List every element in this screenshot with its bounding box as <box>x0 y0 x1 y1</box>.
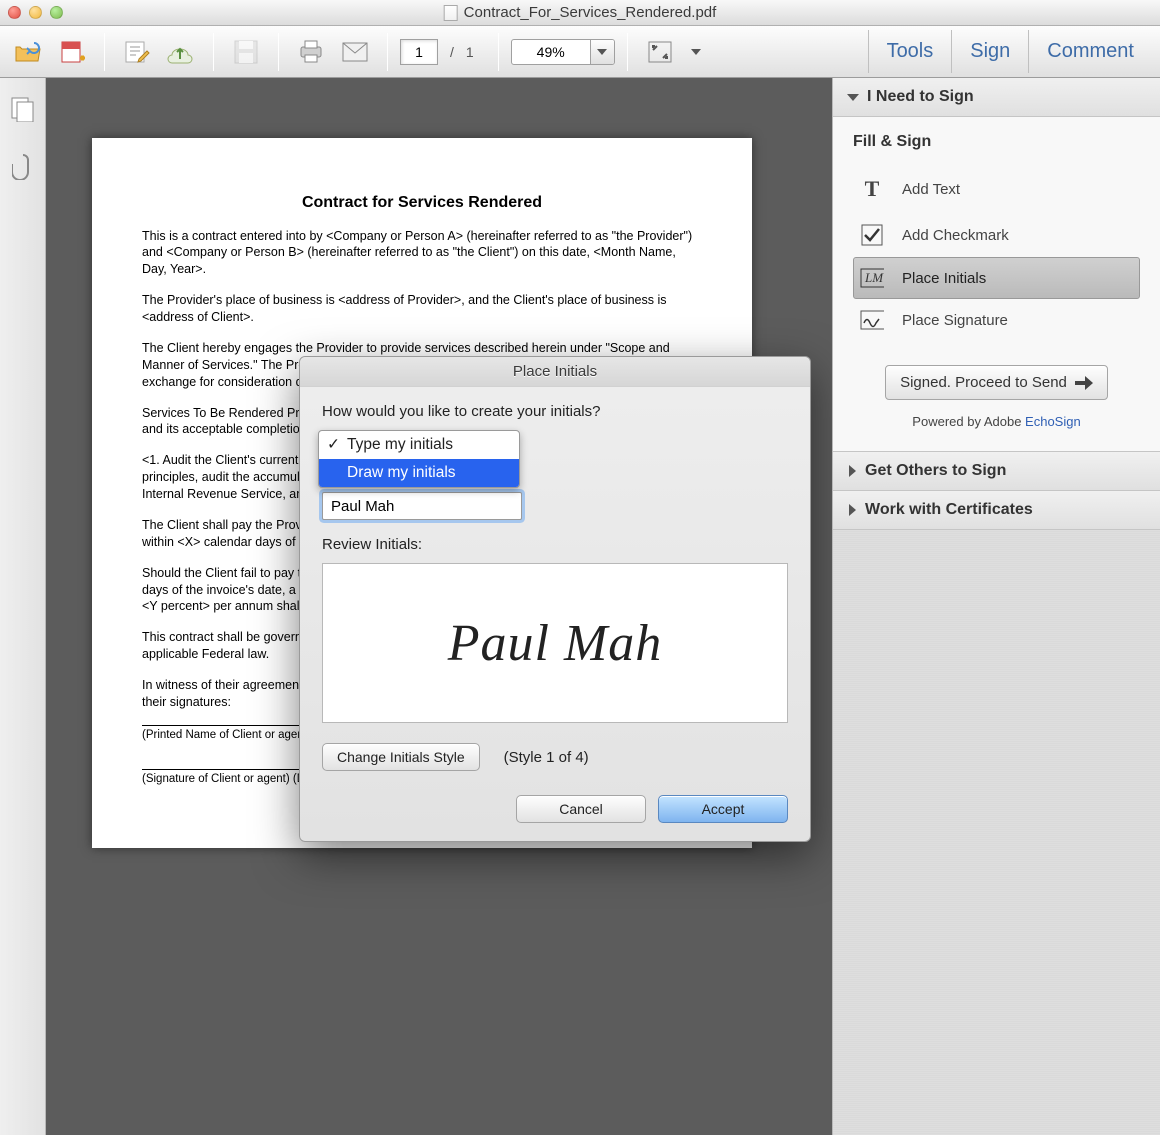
tool-label: Add Text <box>902 181 960 198</box>
tab-sign[interactable]: Sign <box>951 30 1028 73</box>
accordion-i-need-to-sign[interactable]: I Need to Sign <box>833 78 1160 117</box>
tool-label: Add Checkmark <box>902 227 1009 244</box>
document-viewport[interactable]: Contract for Services Rendered This is a… <box>46 78 832 1135</box>
window-controls <box>8 6 63 19</box>
svg-text:LM: LM <box>864 270 884 285</box>
panel-filler <box>833 530 1160 1135</box>
fill-sign-section: Fill & Sign T Add Text Add Checkmark LM … <box>833 117 1160 452</box>
email-button[interactable] <box>335 34 375 70</box>
dialog-title: Place Initials <box>300 357 810 387</box>
initials-name-input[interactable] <box>322 492 522 520</box>
place-signature-tool[interactable]: Place Signature <box>853 299 1140 341</box>
document-heading: Contract for Services Rendered <box>142 192 702 214</box>
add-checkmark-tool[interactable]: Add Checkmark <box>853 213 1140 257</box>
add-text-tool[interactable]: T Add Text <box>853 165 1140 213</box>
initials-method-dropdown[interactable]: Type my initials Draw my initials <box>318 430 520 488</box>
attachments-icon[interactable] <box>12 152 34 180</box>
window-title-text: Contract_For_Services_Rendered.pdf <box>464 4 717 21</box>
fill-sign-title: Fill & Sign <box>853 133 1140 151</box>
dialog-prompt: How would you like to create your initia… <box>322 403 788 420</box>
accordion-work-with-certificates[interactable]: Work with Certificates <box>833 491 1160 530</box>
print-button[interactable] <box>291 34 331 70</box>
echosign-link[interactable]: EchoSign <box>1025 414 1081 429</box>
text-icon: T <box>860 176 884 202</box>
doc-paragraph: The Provider's place of business is <add… <box>142 292 702 326</box>
edit-button[interactable] <box>117 34 157 70</box>
signature-icon <box>860 310 884 330</box>
accordion-get-others-to-sign[interactable]: Get Others to Sign <box>833 452 1160 491</box>
accordion-label: Get Others to Sign <box>865 462 1006 480</box>
initials-icon: LM <box>860 268 884 288</box>
open-button[interactable] <box>8 34 48 70</box>
review-initials-label: Review Initials: <box>322 536 788 553</box>
accordion-label: Work with Certificates <box>865 501 1033 519</box>
change-initials-style-button[interactable]: Change Initials Style <box>322 743 480 771</box>
pdf-file-icon <box>444 5 458 21</box>
arrow-right-icon <box>1075 376 1093 390</box>
fullscreen-button[interactable] <box>640 34 680 70</box>
navigation-rail <box>0 78 46 1135</box>
powered-by-label: Powered by Adobe EchoSign <box>853 414 1140 429</box>
page-total: 1 <box>466 44 474 60</box>
proceed-to-send-button[interactable]: Signed. Proceed to Send <box>885 365 1108 400</box>
accordion-label: I Need to Sign <box>867 88 974 106</box>
tool-label: Place Signature <box>902 312 1008 329</box>
close-window-button[interactable] <box>8 6 21 19</box>
accept-button[interactable]: Accept <box>658 795 788 823</box>
save-button[interactable] <box>226 34 266 70</box>
view-dropdown-button[interactable] <box>684 34 708 70</box>
dropdown-option-draw[interactable]: Draw my initials <box>319 459 519 487</box>
tab-comment[interactable]: Comment <box>1028 30 1152 73</box>
place-initials-dialog: Place Initials How would you like to cre… <box>299 356 811 842</box>
zoom-input[interactable] <box>512 43 590 61</box>
style-counter: (Style 1 of 4) <box>504 749 589 766</box>
place-initials-tool[interactable]: LM Place Initials <box>853 257 1140 299</box>
send-button-label: Signed. Proceed to Send <box>900 374 1067 391</box>
page-number-input[interactable] <box>400 39 438 65</box>
initials-preview-text: Paul Mah <box>448 614 663 673</box>
cancel-button[interactable]: Cancel <box>516 795 646 823</box>
minimize-window-button[interactable] <box>29 6 42 19</box>
dropdown-option-type[interactable]: Type my initials <box>319 431 519 459</box>
checkmark-icon <box>860 224 884 246</box>
create-pdf-button[interactable] <box>52 34 92 70</box>
maximize-window-button[interactable] <box>50 6 63 19</box>
upload-button[interactable] <box>161 34 201 70</box>
zoom-dropdown-button[interactable] <box>590 40 614 64</box>
tool-label: Place Initials <box>902 270 986 287</box>
main-toolbar: / 1 Tools Sign Comment <box>0 26 1160 78</box>
thumbnails-icon[interactable] <box>10 96 36 122</box>
initials-preview: Paul Mah <box>322 563 788 723</box>
zoom-control <box>511 39 615 65</box>
page-separator: / <box>450 44 454 60</box>
tab-tools[interactable]: Tools <box>868 30 952 73</box>
window-title: Contract_For_Services_Rendered.pdf <box>444 4 717 21</box>
sign-panel: I Need to Sign Fill & Sign T Add Text Ad… <box>832 78 1160 1135</box>
chevron-down-icon <box>847 92 859 102</box>
chevron-right-icon <box>847 504 857 516</box>
window-titlebar: Contract_For_Services_Rendered.pdf <box>0 0 1160 26</box>
doc-paragraph: This is a contract entered into by <Comp… <box>142 228 702 279</box>
chevron-right-icon <box>847 465 857 477</box>
right-pane-tabs: Tools Sign Comment <box>868 30 1152 73</box>
